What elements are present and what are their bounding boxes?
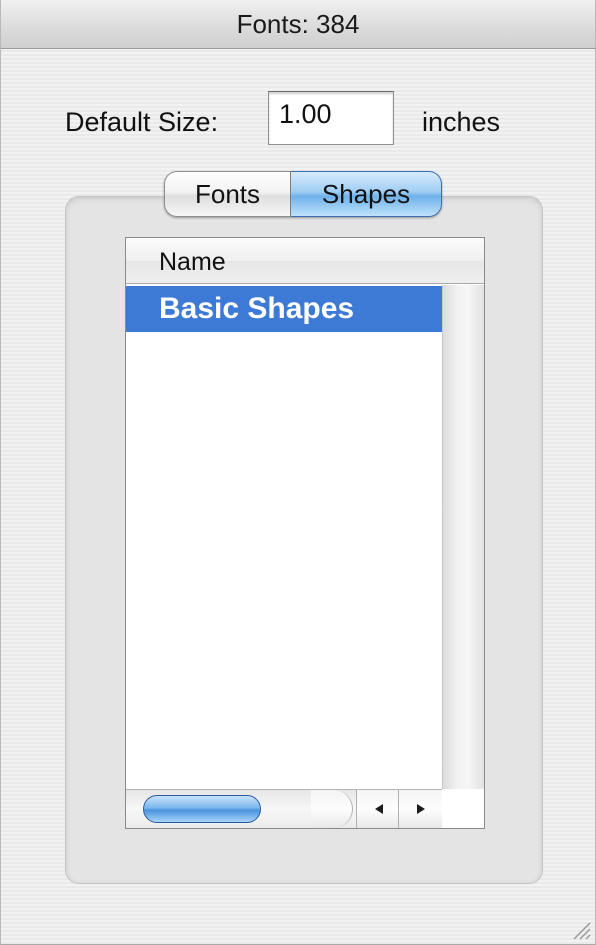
horizontal-scrollbar[interactable]: [126, 789, 442, 828]
right-arrow-icon: [416, 804, 425, 814]
tab-fonts[interactable]: Fonts: [164, 171, 291, 217]
vertical-scrollbar[interactable]: [442, 285, 484, 789]
scrollbar-track-end: [311, 790, 353, 828]
tab-shapes[interactable]: Shapes: [291, 171, 442, 217]
shapes-list: Name Basic Shapes: [125, 237, 485, 829]
list-header: Name: [126, 238, 484, 284]
left-arrow-icon: [374, 804, 383, 814]
scroll-right-button[interactable]: [398, 790, 442, 828]
window-title: Fonts: 384: [236, 9, 360, 39]
scroll-left-button[interactable]: [356, 790, 400, 828]
fonts-window: Fonts: 384 Default Size: inches Fonts Sh…: [0, 0, 596, 945]
title-bar[interactable]: Fonts: 384: [1, 0, 595, 49]
default-size-label: Default Size:: [65, 107, 219, 137]
list-item-label: Basic Shapes: [159, 292, 355, 325]
list-item[interactable]: Basic Shapes: [126, 286, 442, 332]
default-size-input[interactable]: [268, 91, 394, 145]
resize-grip-icon[interactable]: [569, 918, 591, 940]
tab-control: Fonts Shapes: [164, 171, 442, 217]
units-label: inches: [422, 107, 501, 137]
column-header-name[interactable]: Name: [159, 248, 226, 277]
horizontal-scroll-thumb[interactable]: [143, 795, 261, 823]
